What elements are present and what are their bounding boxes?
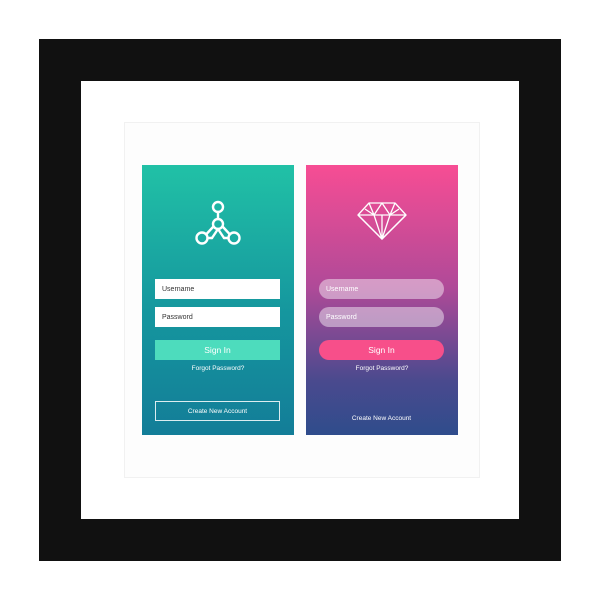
molecule-icon bbox=[195, 200, 241, 245]
login-screen-pink: Username Password Sign In Forgot Passwor… bbox=[306, 165, 458, 435]
create-account-button[interactable]: Create New Account bbox=[155, 401, 280, 421]
sign-in-button[interactable]: Sign In bbox=[155, 340, 280, 360]
password-field[interactable]: Password bbox=[319, 307, 444, 327]
diamond-icon bbox=[357, 202, 407, 240]
username-field[interactable]: Username bbox=[155, 279, 280, 299]
password-field[interactable]: Password bbox=[155, 307, 280, 327]
login-screen-teal: Username Password Sign In Forgot Passwor… bbox=[142, 165, 294, 435]
sign-in-button[interactable]: Sign In bbox=[319, 340, 444, 360]
forgot-password-link[interactable]: Forgot Password? bbox=[306, 365, 458, 372]
create-account-link[interactable]: Create New Account bbox=[319, 411, 444, 425]
username-field[interactable]: Username bbox=[319, 279, 444, 299]
forgot-password-link[interactable]: Forgot Password? bbox=[142, 365, 294, 372]
